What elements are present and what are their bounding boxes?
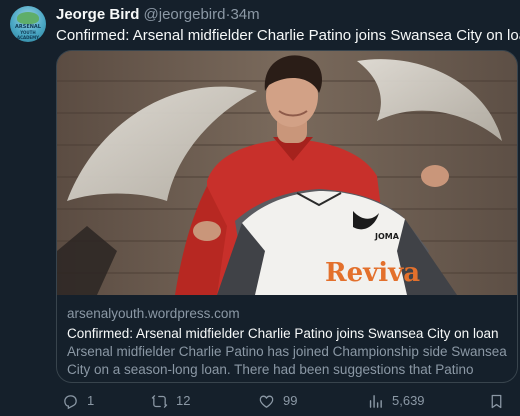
card-body[interactable]: arsenalyouth.wordpress.com Confirmed: Ar… — [57, 295, 517, 382]
tweet[interactable]: ARSENAL YOUTH ACADEMY Jeorge Bird @jeorg… — [0, 0, 520, 416]
views-button[interactable]: 5,639 — [367, 392, 425, 410]
avatar-emblem — [17, 12, 39, 24]
right-hand — [421, 165, 449, 187]
author-handle[interactable]: @jeorgebird — [144, 6, 226, 23]
sponsor-logo: Reviva — [325, 258, 420, 288]
card-description: Arsenal midfielder Charlie Patino has jo… — [67, 344, 507, 377]
heart-icon — [259, 395, 274, 408]
like-button[interactable]: 99 — [258, 392, 297, 410]
left-hand — [193, 221, 221, 241]
reply-button[interactable]: 1 — [62, 392, 94, 410]
tweet-time[interactable]: 34m — [230, 6, 259, 23]
bookmark-button[interactable] — [488, 392, 505, 410]
author-name[interactable]: Jeorge Bird — [56, 6, 139, 23]
bookmark-icon — [491, 394, 502, 408]
tweet-text: Confirmed: Arsenal midfielder Charlie Pa… — [56, 27, 520, 44]
tweet-actions: 1 12 99 5,639 — [56, 392, 518, 410]
retweet-button[interactable]: 12 — [151, 392, 190, 410]
tweet-header: Jeorge Bird @jeorgebird·34m — [56, 6, 260, 24]
kit-maker-logo: JOMA — [374, 232, 400, 241]
views-count: 5,639 — [392, 393, 425, 408]
card-title[interactable]: Confirmed: Arsenal midfielder Charlie Pa… — [67, 324, 505, 343]
reply-icon — [64, 394, 77, 409]
card-domain[interactable]: arsenalyouth.wordpress.com — [67, 305, 505, 322]
card-photo: JOMA Reviva — [57, 51, 517, 295]
avatar[interactable]: ARSENAL YOUTH ACADEMY — [10, 6, 46, 42]
reply-count: 1 — [87, 393, 95, 408]
avatar-text-2: YOUTH ACADEMY — [16, 30, 40, 40]
card-image[interactable]: JOMA Reviva — [57, 51, 517, 295]
link-card[interactable]: JOMA Reviva arsenalyouth.wordpress.com C… — [56, 50, 518, 383]
bar-chart-icon — [369, 394, 382, 408]
retweet-count: 12 — [176, 393, 191, 408]
like-count: 99 — [283, 393, 298, 408]
retweet-icon — [151, 394, 168, 408]
